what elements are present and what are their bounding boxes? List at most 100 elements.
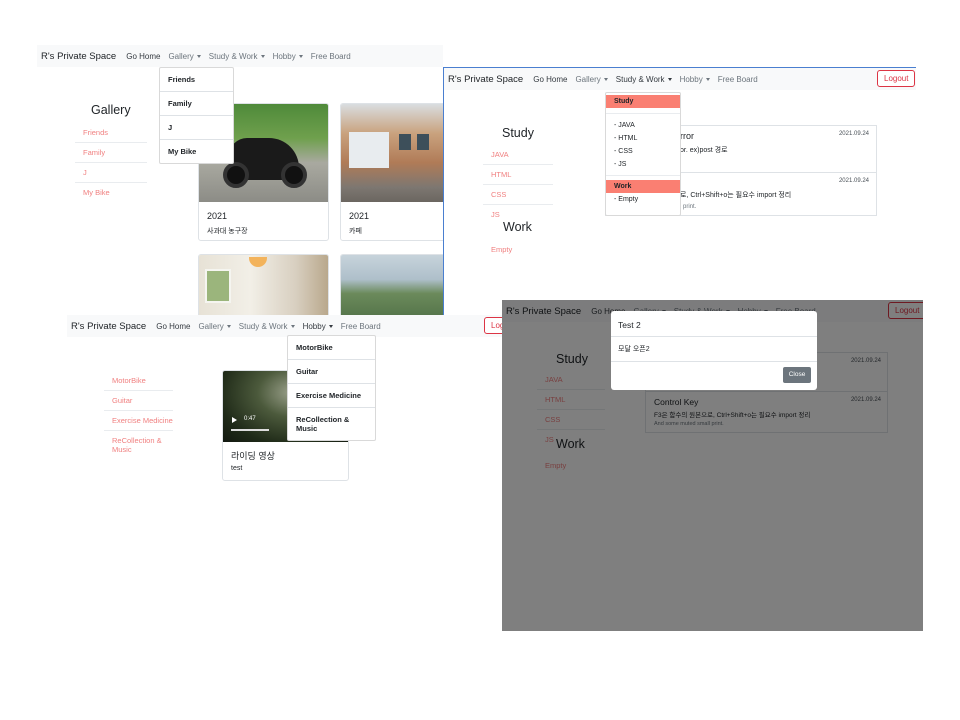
card-text: 카페 — [349, 228, 362, 235]
study-screenshot: R's Private Space Go Home Gallery Study … — [443, 67, 916, 315]
post-title: rror — [680, 131, 694, 141]
sidebar-item-j[interactable]: J — [75, 163, 147, 183]
dropdown-item-html[interactable]: - HTML — [606, 132, 680, 145]
post-date: 2021.09.24 — [838, 178, 869, 184]
caret-down-icon — [298, 54, 303, 58]
sidebar-item-empty[interactable]: Empty — [483, 240, 553, 259]
caret-down-icon — [290, 324, 295, 328]
dropdown-item-motorbike[interactable]: MotorBike — [288, 336, 375, 360]
dropdown-item-exercise-medicine[interactable]: Exercise Medicine — [288, 384, 375, 408]
dropdown-item-my-bike[interactable]: My Bike — [160, 140, 233, 163]
nav-gallery[interactable]: Gallery — [198, 322, 231, 331]
dropdown-item-java[interactable]: - JAVA — [606, 119, 680, 132]
sidebar-item-family[interactable]: Family — [75, 143, 147, 163]
dropdown-header-work[interactable]: Work — [606, 180, 680, 193]
brand[interactable]: R's Private Space — [448, 74, 523, 85]
post-text: 로, Ctrl+Shift+o는 필요수 import 정리 — [680, 192, 792, 199]
sidebar-item-my-bike[interactable]: My Bike — [75, 183, 147, 202]
study-dropdown-menu: Study - JAVA - HTML - CSS - JS Work - Em… — [605, 92, 681, 216]
nav-study-work[interactable]: Study & Work — [616, 75, 672, 84]
brand[interactable]: R's Private Space — [71, 321, 146, 332]
divider — [606, 113, 680, 114]
divider — [611, 361, 817, 362]
sidebar-item-motorbike[interactable]: MotorBike — [104, 371, 173, 391]
post-text: or. ex)post 경로 — [680, 147, 728, 154]
caret-down-icon — [603, 77, 608, 81]
sidebar-item-exercise-medicine[interactable]: Exercise Medicine — [104, 411, 173, 431]
gallery-screenshot: R's Private Space Go Home Gallery Study … — [37, 45, 443, 315]
dropdown-item-css[interactable]: - CSS — [606, 145, 680, 158]
nav-hobby[interactable]: Hobby — [273, 52, 303, 61]
post-small-text: l print. — [680, 204, 697, 210]
nav-study-work[interactable]: Study & Work — [239, 322, 295, 331]
logout-button[interactable]: Logout — [484, 317, 503, 334]
cafe-photo — [341, 104, 443, 202]
logout-button[interactable]: Logout — [877, 70, 916, 87]
sidebar-item-friends[interactable]: Friends — [75, 123, 147, 143]
brand[interactable]: R's Private Space — [41, 51, 116, 62]
nav-home[interactable]: Go Home — [126, 52, 160, 61]
caret-down-icon — [328, 324, 333, 328]
navbar: R's Private Space Go Home Gallery Study … — [67, 315, 503, 337]
video-time: 0:47 — [244, 416, 256, 422]
dropdown-item-js[interactable]: - JS — [606, 158, 680, 171]
hobby-sidebar: MotorBike Guitar Exercise Medicine ReCol… — [104, 371, 173, 459]
caret-down-icon — [705, 77, 710, 81]
sidebar-item-html[interactable]: HTML — [483, 165, 553, 185]
dropdown-item-recollection-music[interactable]: ReCollection & Music — [288, 408, 375, 440]
modal-screenshot: R's Private Space Go Home Gallery Study … — [502, 300, 923, 631]
divider — [606, 175, 680, 176]
gallery-card[interactable] — [198, 254, 329, 315]
nav-free-board[interactable]: Free Board — [718, 75, 758, 84]
nav-hobby[interactable]: Hobby — [303, 322, 333, 331]
nav-home[interactable]: Go Home — [533, 75, 567, 84]
card-title: 2021 — [349, 211, 370, 221]
dropdown-item-family[interactable]: Family — [160, 92, 233, 116]
gallery-card[interactable] — [340, 254, 443, 315]
river-photo — [341, 255, 443, 315]
nav-gallery[interactable]: Gallery — [575, 75, 608, 84]
video-progress[interactable] — [231, 429, 269, 431]
video-title: 라이딩 영상 — [231, 451, 275, 461]
hobby-dropdown-menu: MotorBike Guitar Exercise Medicine ReCol… — [287, 335, 376, 441]
navbar: R's Private Space Go Home Gallery Study … — [444, 68, 916, 90]
hobby-screenshot: R's Private Space Go Home Gallery Study … — [67, 315, 503, 500]
dropdown-item-friends[interactable]: Friends — [160, 68, 233, 92]
room-photo — [199, 255, 328, 315]
close-button[interactable]: Close — [783, 367, 811, 383]
sidebar-item-guitar[interactable]: Guitar — [104, 391, 173, 411]
gallery-card[interactable]: 2021 카페 — [340, 103, 443, 241]
card-text: 사과대 농구장 — [207, 228, 248, 235]
navbar: R's Private Space Go Home Gallery Study … — [37, 45, 443, 67]
sidebar-item-css[interactable]: CSS — [483, 185, 553, 205]
divider — [611, 336, 817, 337]
modal-dialog: Test 2 모달 오픈2 Close — [611, 311, 817, 390]
dropdown-header-study[interactable]: Study — [606, 95, 680, 108]
modal-body: 모달 오픈2 — [618, 346, 650, 353]
study-sidebar: JAVA HTML CSS JS — [483, 145, 553, 224]
nav-study-work[interactable]: Study & Work — [209, 52, 265, 61]
gallery-dropdown-menu: Friends Family J My Bike — [159, 67, 234, 164]
work-sidebar: Empty — [483, 240, 553, 259]
gallery-title: Gallery — [91, 103, 131, 117]
caret-down-icon — [226, 324, 231, 328]
caret-down-icon — [667, 77, 672, 81]
study-title: Study — [502, 126, 534, 140]
nav-free-board[interactable]: Free Board — [311, 52, 351, 61]
caret-down-icon — [260, 54, 265, 58]
nav-hobby[interactable]: Hobby — [680, 75, 710, 84]
dropdown-item-empty[interactable]: - Empty — [606, 193, 680, 206]
post-date: 2021.09.24 — [838, 131, 869, 137]
caret-down-icon — [196, 54, 201, 58]
nav-home[interactable]: Go Home — [156, 322, 190, 331]
modal-title: Test 2 — [618, 320, 641, 330]
sidebar-item-recollection-music[interactable]: ReCollection & Music — [104, 431, 173, 459]
nav-free-board[interactable]: Free Board — [341, 322, 381, 331]
dropdown-item-guitar[interactable]: Guitar — [288, 360, 375, 384]
nav-gallery[interactable]: Gallery — [168, 52, 201, 61]
work-title: Work — [503, 220, 532, 234]
sidebar-item-java[interactable]: JAVA — [483, 145, 553, 165]
dropdown-item-j[interactable]: J — [160, 116, 233, 140]
gallery-sidebar: Friends Family J My Bike — [75, 123, 147, 202]
play-icon[interactable] — [232, 417, 237, 423]
